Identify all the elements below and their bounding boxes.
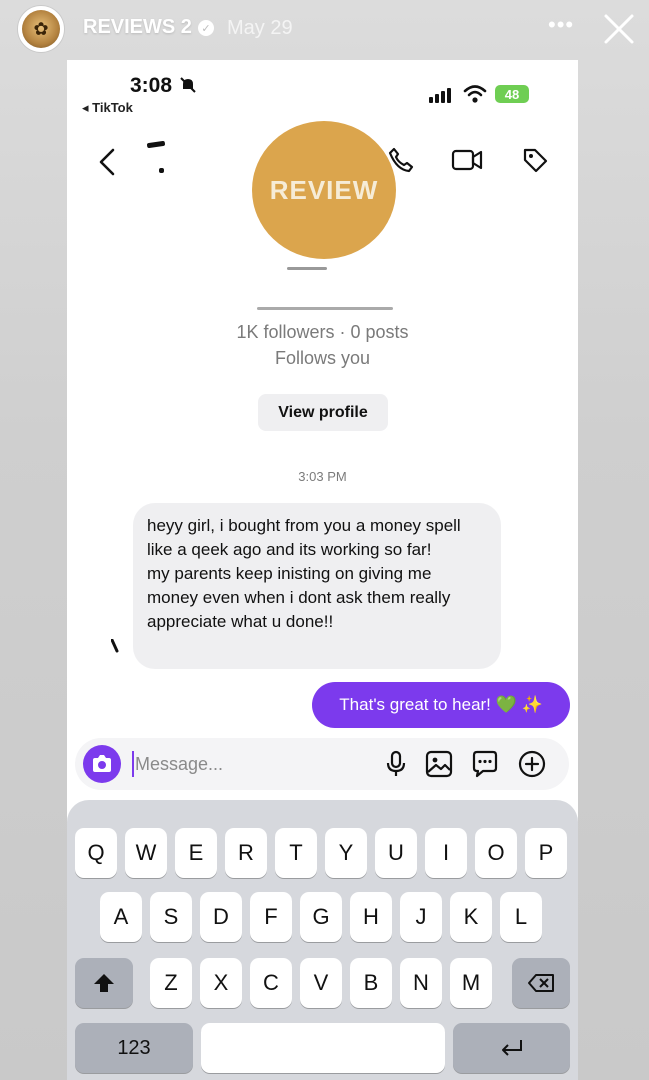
key-x[interactable]: X [200, 958, 242, 1008]
gallery-icon[interactable] [425, 750, 453, 778]
key-h[interactable]: H [350, 892, 392, 942]
shift-arrow-icon [94, 974, 114, 992]
back-to-app[interactable]: ◂ TikTok [82, 100, 133, 116]
shift-key[interactable] [75, 958, 133, 1008]
battery-indicator: 48 [495, 85, 529, 103]
add-circle-icon[interactable] [517, 749, 547, 779]
backspace-key[interactable] [512, 958, 570, 1008]
outgoing-message[interactable]: That's great to hear! 💚 ✨ [312, 682, 570, 728]
key-u[interactable]: U [375, 828, 417, 878]
review-stamp: REVIEW [252, 121, 396, 259]
redacted-name [287, 267, 327, 270]
story-avatar[interactable]: ✿ [18, 6, 64, 52]
wifi-icon [463, 85, 487, 103]
review-stamp-text: REVIEW [269, 174, 379, 205]
key-f[interactable]: F [250, 892, 292, 942]
key-l[interactable]: L [500, 892, 542, 942]
sticker-chat-icon[interactable] [471, 750, 499, 778]
more-options-icon[interactable]: ••• [548, 12, 574, 38]
text-caret [132, 751, 134, 777]
muted-bell-icon [180, 77, 196, 93]
follows-you-label: Follows you [274, 348, 371, 368]
close-icon[interactable] [602, 12, 636, 46]
camera-icon [93, 755, 111, 772]
status-time: 3:08 [130, 74, 173, 97]
message-timestamp: 3:03 PM [298, 469, 347, 484]
profile-stats: 1K followers · 0 posts [236, 322, 409, 342]
redacted-avatar-dot [159, 168, 164, 173]
key-q[interactable]: Q [75, 828, 117, 878]
key-d[interactable]: D [200, 892, 242, 942]
video-call-icon[interactable] [451, 148, 483, 172]
key-i[interactable]: I [425, 828, 467, 878]
key-t[interactable]: T [275, 828, 317, 878]
key-a[interactable]: A [100, 892, 142, 942]
back-app-label: TikTok [92, 100, 133, 115]
space-key[interactable] [201, 1023, 445, 1073]
key-k[interactable]: K [450, 892, 492, 942]
camera-button[interactable] [83, 745, 121, 783]
key-m[interactable]: M [450, 958, 492, 1008]
back-chevron-icon[interactable] [95, 146, 121, 178]
on-screen-keyboard: Q W E R T Y U I O P A S D F G H J K L Z … [67, 800, 578, 1080]
incoming-message-line: heyy girl, i bought from you a money spe… [147, 516, 461, 559]
key-y[interactable]: Y [325, 828, 367, 878]
key-s[interactable]: S [150, 892, 192, 942]
numbers-key[interactable]: 123 [75, 1023, 193, 1073]
backspace-icon [528, 974, 554, 992]
message-composer [75, 738, 569, 790]
key-w[interactable]: W [125, 828, 167, 878]
redacted-avatar [146, 140, 166, 149]
key-o[interactable]: O [475, 828, 517, 878]
return-key[interactable] [453, 1023, 570, 1073]
key-j[interactable]: J [400, 892, 442, 942]
key-g[interactable]: G [300, 892, 342, 942]
sender-avatar-mark [111, 639, 119, 653]
verified-icon: ✓ [198, 20, 214, 36]
key-v[interactable]: V [300, 958, 342, 1008]
redacted-username [257, 307, 393, 310]
key-p[interactable]: P [525, 828, 567, 878]
key-n[interactable]: N [400, 958, 442, 1008]
key-b[interactable]: B [350, 958, 392, 1008]
story-header: ✿ REVIEWS 2 ✓ May 29 ••• [0, 0, 649, 60]
key-c[interactable]: C [250, 958, 292, 1008]
embedded-screenshot: 3:08 ◂ TikTok 48 REVIEW 1K followers · 0… [67, 60, 578, 1080]
lion-logo-icon: ✿ [22, 10, 60, 48]
story-account-name[interactable]: REVIEWS 2 [83, 16, 192, 39]
return-arrow-icon [501, 1040, 522, 1056]
microphone-icon[interactable] [383, 750, 409, 778]
tag-icon[interactable] [521, 146, 549, 174]
incoming-message-line: my parents keep inisting on giving me mo… [147, 564, 451, 631]
key-z[interactable]: Z [150, 958, 192, 1008]
key-r[interactable]: R [225, 828, 267, 878]
message-input[interactable] [135, 748, 375, 780]
story-date: May 29 [227, 17, 293, 39]
incoming-message[interactable]: heyy girl, i bought from you a money spe… [133, 503, 501, 669]
view-profile-button[interactable]: View profile [258, 394, 388, 431]
key-e[interactable]: E [175, 828, 217, 878]
signal-icon [429, 88, 451, 103]
